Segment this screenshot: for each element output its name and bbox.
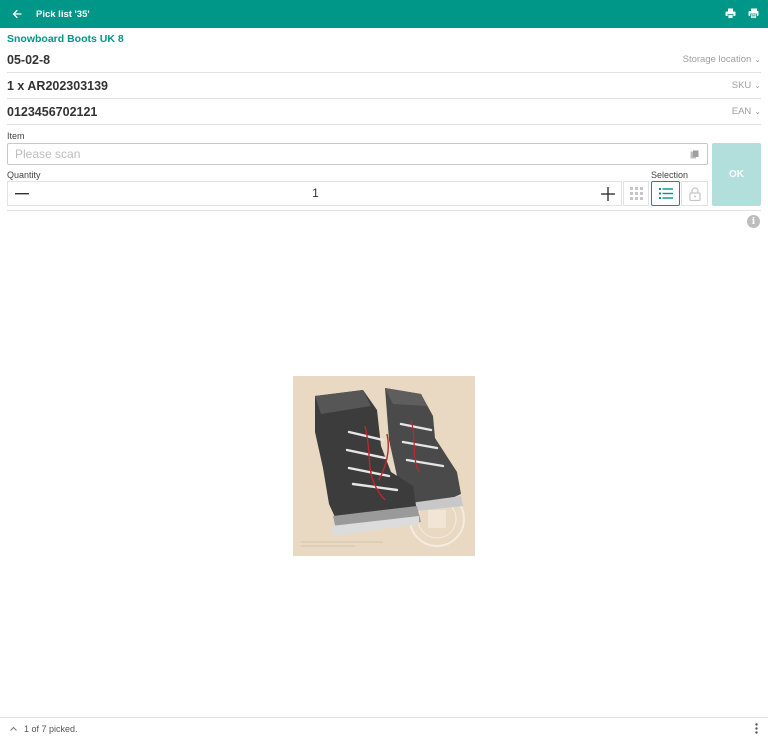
info-icon[interactable]: i (747, 215, 760, 228)
quantity-label: Quantity (7, 170, 41, 180)
ean-row[interactable]: 0123456702121 EAN ⌄ (7, 99, 761, 125)
storage-location-value: 05-02-8 (7, 52, 51, 67)
keypad-icon[interactable] (623, 181, 649, 206)
page-title: Pick list '35' (36, 8, 90, 20)
sku-row[interactable]: 1 x AR202303139 SKU ⌄ (7, 73, 761, 99)
storage-location-row[interactable]: 05-02-8 Storage location ⌄ (7, 47, 761, 73)
item-scan-input[interactable] (7, 143, 708, 165)
footer-bar: 1 of 7 picked. (0, 717, 768, 739)
item-label: Item (7, 131, 25, 141)
storage-location-label-text: Storage location (682, 54, 752, 65)
printer-icon[interactable] (724, 7, 737, 20)
lock-icon[interactable] (681, 181, 708, 206)
app-bar: Pick list '35' (0, 0, 768, 28)
chevron-down-icon: ⌄ (754, 55, 761, 64)
plus-icon[interactable] (599, 184, 617, 204)
sku-label: SKU ⌄ (732, 80, 761, 91)
selection-label: Selection (651, 170, 689, 180)
quantity-input[interactable] (48, 186, 583, 200)
more-vertical-icon[interactable] (752, 721, 760, 735)
ean-value: 0123456702121 (7, 104, 98, 119)
chevron-down-icon: ⌄ (754, 81, 761, 90)
storage-location-label: Storage location ⌄ (683, 54, 761, 65)
appbar-actions (724, 7, 760, 20)
sku-label-text: SKU (731, 80, 752, 91)
ean-label-text: EAN (731, 106, 752, 117)
chevron-up-icon[interactable] (8, 722, 18, 734)
print-list-icon[interactable] (747, 7, 760, 20)
ok-button[interactable]: OK (712, 143, 761, 206)
back-arrow-icon[interactable] (10, 7, 24, 21)
list-selection-icon[interactable] (651, 181, 680, 206)
product-name: Snowboard Boots UK 8 (7, 33, 124, 45)
product-image (293, 376, 475, 556)
sku-value: 1 x AR202303139 (7, 78, 109, 93)
minus-icon[interactable] (13, 184, 31, 204)
snowboard-boots-illustration (293, 376, 475, 556)
ean-label: EAN ⌄ (732, 106, 761, 117)
picked-status: 1 of 7 picked. (24, 724, 78, 734)
divider (7, 210, 761, 211)
chevron-down-icon: ⌄ (754, 107, 761, 116)
quantity-stepper (7, 181, 622, 206)
paste-icon[interactable] (689, 149, 700, 160)
